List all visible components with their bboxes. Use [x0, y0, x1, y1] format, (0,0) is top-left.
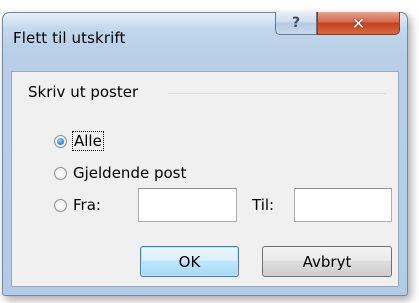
radio-all[interactable]: Alle: [54, 131, 104, 151]
to-record-input[interactable]: [294, 188, 392, 222]
radio-from[interactable]: Fra:: [54, 196, 101, 214]
radio-from-label[interactable]: Fra:: [73, 196, 101, 214]
close-button[interactable]: ✕: [317, 12, 400, 35]
radio-current-record[interactable]: Gjeldende post: [54, 164, 186, 182]
screen: Flett til utskrift ? ✕ Skriv ut poster A…: [0, 0, 419, 303]
ok-button[interactable]: OK: [140, 246, 239, 277]
radio-from-indicator[interactable]: [54, 198, 67, 212]
close-icon: ✕: [351, 13, 366, 33]
radio-current-record-indicator[interactable]: [54, 166, 67, 180]
from-record-input[interactable]: [138, 188, 237, 222]
group-label-print-records: Skriv ut poster: [28, 83, 143, 101]
question-mark-icon: ?: [291, 15, 301, 31]
help-button[interactable]: ?: [275, 12, 317, 35]
dialog-title: Flett til utskrift: [13, 29, 126, 47]
radio-current-record-label[interactable]: Gjeldende post: [73, 164, 186, 182]
mail-merge-print-dialog: Flett til utskrift ? ✕ Skriv ut poster A…: [2, 12, 408, 296]
radio-all-indicator[interactable]: [54, 134, 67, 148]
cancel-button[interactable]: Avbryt: [262, 246, 392, 277]
to-label: Til:: [252, 196, 275, 214]
radio-all-label[interactable]: Alle: [72, 131, 104, 151]
group-divider: [168, 93, 386, 94]
dialog-body: Skriv ut poster Alle Gjeldende post Fra:…: [11, 71, 399, 287]
